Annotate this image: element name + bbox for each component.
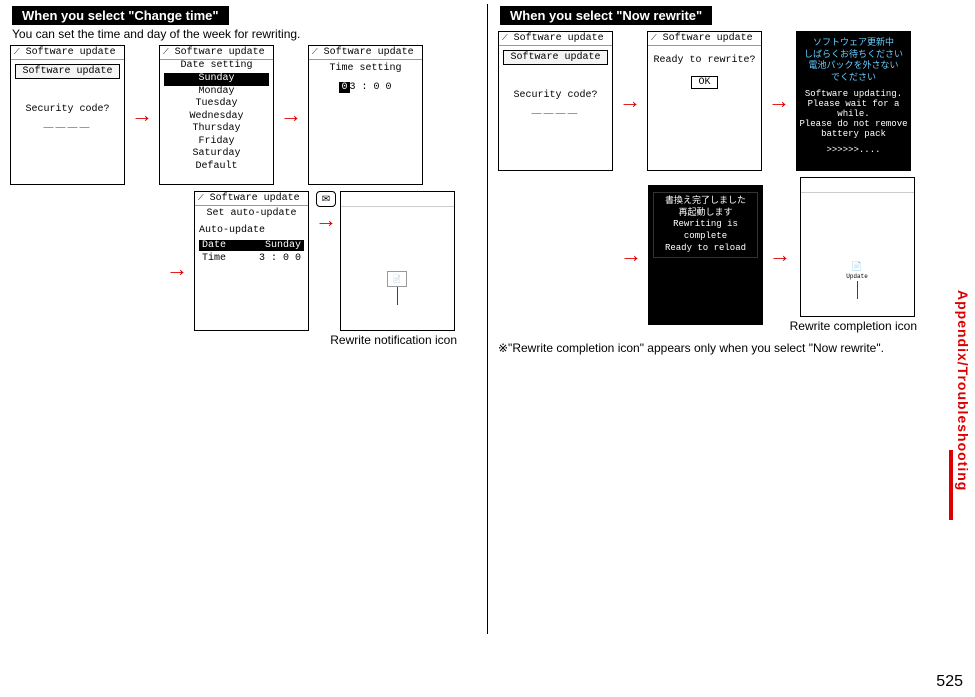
arrow-icon: → (280, 102, 302, 128)
screen-body: Set auto-update Auto-update DateSunday T… (195, 206, 308, 264)
screen-ready-rewrite: ⟋ Software update Ready to rewrite? OK (647, 31, 762, 171)
right-column: When you select "Now rewrite" ⟋ Software… (488, 0, 975, 640)
right-flow-row2: → 書換え完了しました 再起動します Rewriting is complete… (614, 177, 965, 333)
screen-body: Security code? ＿＿＿＿ (499, 69, 612, 120)
day-item-sunday[interactable]: Sunday (164, 73, 269, 86)
callout-line (397, 287, 398, 305)
arrow-icon: → (768, 88, 790, 114)
screen-body: Date setting Sunday Monday Tuesday Wedne… (160, 60, 273, 176)
footnote: ※"Rewrite completion icon" appears only … (498, 341, 965, 355)
completion-caption: Rewrite completion icon (757, 319, 917, 333)
arrow-icon: → (619, 88, 641, 114)
side-tab-label: Appendix/Troubleshooting (955, 290, 971, 491)
day-item[interactable]: Thursday (164, 123, 269, 136)
arrow-icon: → (131, 102, 153, 128)
day-item[interactable]: Saturday (164, 148, 269, 161)
left-description: You can set the time and day of the week… (12, 27, 477, 41)
right-flow-row1: ⟋ Software update Software update Securi… (498, 31, 965, 171)
screen-final: 📄Update (800, 177, 915, 317)
day-item[interactable]: Friday (164, 136, 269, 149)
rewrite-completion-icon: 📄Update (846, 263, 868, 281)
day-item[interactable]: Tuesday (164, 98, 269, 111)
left-flow-row2: → ⟋ Software update Set auto-update Auto… (160, 191, 477, 347)
screen-header: ⟋ Software update (195, 192, 308, 206)
screen-title: Software update (15, 64, 120, 79)
icon-stack: ✉ → (315, 191, 337, 233)
signal-icon: ⟋ (502, 34, 508, 43)
security-code-input[interactable]: ＿＿＿＿ (503, 101, 608, 117)
screen-header: ⟋ Software update (648, 32, 761, 46)
signal-icon: ⟋ (14, 48, 20, 57)
arrow-icon: → (315, 209, 337, 231)
notify-icon-screen: 📄 Rewrite notification icon (337, 191, 457, 347)
day-item[interactable]: Default (164, 161, 269, 174)
screen-body: Security code? ＿＿＿＿ (11, 83, 124, 134)
side-tab-bar (949, 450, 953, 520)
signal-icon: ⟋ (312, 48, 318, 57)
screen-body: Time setting 03 : 0 0 (309, 60, 422, 96)
screen-time-setting: ⟋ Software update Time setting 03 : 0 0 (308, 45, 423, 185)
screen-header: ⟋ Software update (160, 46, 273, 60)
signal-icon: ⟋ (651, 34, 657, 43)
screen-body: Ready to rewrite? OK (648, 46, 761, 92)
screen-auto-update: ⟋ Software update Set auto-update Auto-u… (194, 191, 309, 331)
screen-notification: 📄 (340, 191, 455, 331)
callout-line (857, 281, 858, 299)
ok-button[interactable]: OK (691, 76, 717, 89)
screen-header: ⟋ Software update (499, 32, 612, 46)
right-section-title: When you select "Now rewrite" (500, 6, 712, 25)
screen-rewrite-complete: 書換え完了しました 再起動します Rewriting is complete R… (648, 185, 763, 325)
day-item[interactable]: Wednesday (164, 111, 269, 124)
screen-security-code: ⟋ Software update Software update Securi… (498, 31, 613, 171)
mail-icon: ✉ (316, 191, 336, 207)
signal-icon: ⟋ (163, 48, 169, 57)
page: When you select "Change time" You can se… (0, 0, 975, 697)
day-item[interactable]: Monday (164, 86, 269, 99)
arrow-icon: → (166, 256, 188, 282)
columns: When you select "Change time" You can se… (0, 0, 975, 640)
screen-title: Software update (503, 50, 608, 65)
screen-header: ⟋ Software update (11, 46, 124, 60)
left-flow-row1: ⟋ Software update Software update Securi… (10, 45, 477, 185)
time-hour-input[interactable]: 0 (339, 82, 349, 93)
day-list[interactable]: Sunday Monday Tuesday Wednesday Thursday… (164, 73, 269, 173)
arrow-icon: → (620, 242, 642, 268)
screen-header: ⟋ Software update (309, 46, 422, 60)
security-code-input[interactable]: ＿＿＿＿ (15, 115, 120, 131)
signal-icon: ⟋ (198, 194, 204, 203)
auto-update-date-row[interactable]: DateSunday (199, 240, 304, 251)
left-section-title: When you select "Change time" (12, 6, 229, 25)
notify-caption: Rewrite notification icon (297, 333, 457, 347)
rewrite-notification-icon: 📄 (387, 271, 407, 287)
page-number: 525 (936, 673, 963, 691)
arrow-icon: → (769, 242, 791, 268)
screen-updating: ソフトウェア更新中 しばらくお待ちください 電池パックを外さない でください S… (796, 31, 911, 171)
screen-date-setting: ⟋ Software update Date setting Sunday Mo… (159, 45, 274, 185)
left-column: When you select "Change time" You can se… (0, 0, 487, 640)
screen-security-code: ⟋ Software update Software update Securi… (10, 45, 125, 185)
completion-icon-screen: 📄Update Rewrite completion icon (797, 177, 917, 333)
